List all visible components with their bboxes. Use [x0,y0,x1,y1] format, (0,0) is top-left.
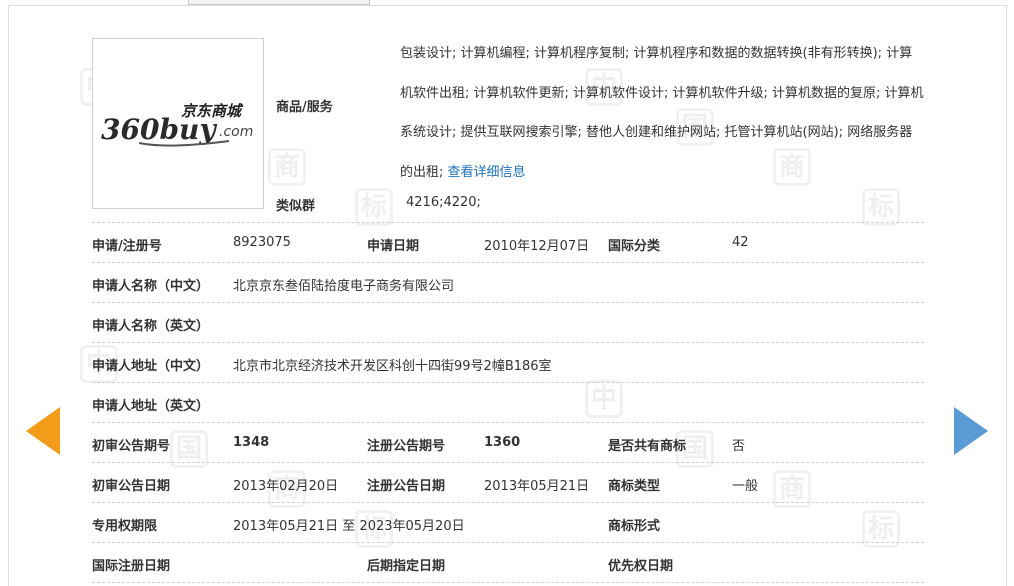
shared-label: 是否共有商标 [608,439,687,454]
divider [92,422,924,423]
reg-issue-label: 注册公告期号 [367,439,446,454]
divider [92,222,924,223]
divider [92,462,924,463]
exclusive-label: 专用权期限 [92,519,158,534]
later-designation-label: 后期指定日期 [367,559,446,574]
tm-type-label: 商标类型 [608,479,661,494]
goods-label: 商品/服务 [276,100,333,115]
watermark-char: 标 [862,188,900,226]
exclusive-value: 2013年05月21日 至 2023年05月20日 [233,519,465,534]
prelim-date-label: 初审公告日期 [92,479,171,494]
watermark-char: 商 [268,148,306,186]
trademark-logo: 京东商城 360buy .com [101,102,253,147]
prev-arrow-icon[interactable] [26,407,60,455]
intl-class-label: 国际分类 [608,239,661,254]
goods-services-list: 包装设计; 计算机编程; 计算机程序复制; 计算机程序和数据的数据转换(非有形转… [400,46,924,180]
reg-date-label: 注册公告日期 [367,479,446,494]
divider [92,582,924,583]
address-en-label: 申请人地址（英文） [92,399,210,414]
trademark-image[interactable]: 京东商城 360buy .com [92,38,264,209]
reg-no-value: 8923075 [233,235,291,250]
reg-issue-value: 1360 [484,435,521,450]
intl-reg-date-label: 国际注册日期 [92,559,171,574]
view-details-link[interactable]: 查看详细信息 [448,165,526,180]
divider [92,382,924,383]
tm-type-value: 一般 [732,479,759,494]
prelim-issue-value: 1348 [233,435,270,450]
watermark-char: 标 [355,188,393,226]
reg-no-label: 申请/注册号 [92,239,162,254]
divider [92,342,924,343]
tm-form-label: 商标形式 [608,519,661,534]
prelim-date-value: 2013年02月20日 [233,479,339,494]
applicant-cn-value: 北京京东叁佰陆拾度电子商务有限公司 [233,279,455,294]
similar-group-label: 类似群 [276,199,316,214]
divider [92,262,924,263]
prelim-issue-label: 初审公告期号 [92,439,171,454]
reg-date-value: 2013年05月21日 [484,479,590,494]
divider [92,502,924,503]
similar-group-value: 4216;4220; [406,195,481,210]
apply-date-label: 申请日期 [367,239,420,254]
watermark-char: 中 [585,380,623,418]
applicant-cn-label: 申请人名称（中文） [92,279,210,294]
address-cn-label: 申请人地址（中文） [92,359,210,374]
intl-class-value: 42 [732,235,749,250]
logo-brand-en: 360buy [101,113,217,146]
address-cn-value: 北京市北京经济技术开发区科创十四街99号2幢B186室 [233,359,552,374]
shared-value: 否 [732,439,746,454]
divider [92,542,924,543]
next-arrow-icon[interactable] [954,407,988,455]
logo-brand-dotcom: .com [219,124,253,140]
priority-date-label: 优先权日期 [608,559,674,574]
goods-services-text: 包装设计; 计算机编程; 计算机程序复制; 计算机程序和数据的数据转换(非有形转… [400,34,925,192]
divider [92,302,924,303]
applicant-en-label: 申请人名称（英文） [92,319,210,334]
apply-date-value: 2010年12月07日 [484,239,590,254]
